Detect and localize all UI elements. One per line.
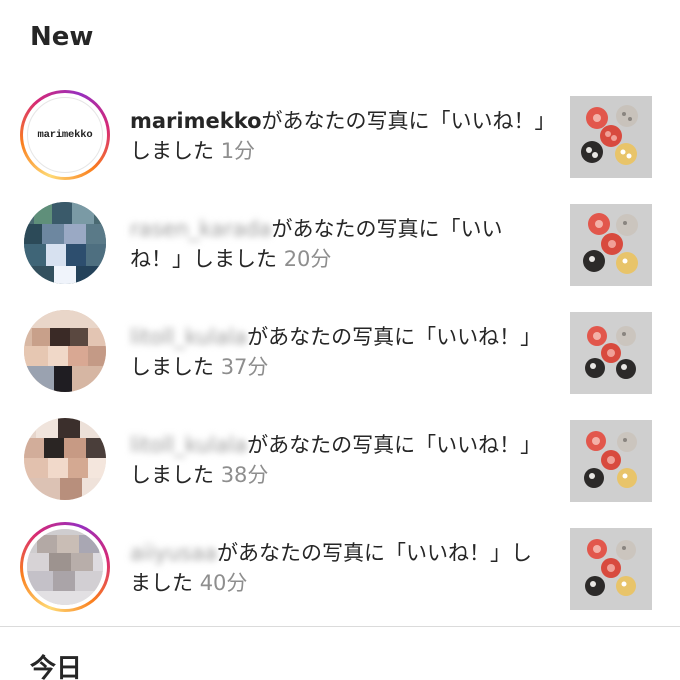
notification-time: 20分: [283, 247, 332, 271]
photo-thumbnail[interactable]: [570, 96, 652, 178]
avatar-story-ring[interactable]: marimekko: [20, 90, 110, 180]
username-link[interactable]: aiiyusaa: [130, 541, 217, 565]
avatar: marimekko: [27, 97, 103, 173]
notification-time: 1分: [220, 139, 256, 163]
section-title-new: New: [30, 22, 94, 52]
avatar-ring[interactable]: [20, 414, 110, 504]
photo-thumbnail[interactable]: [570, 312, 652, 394]
notification-text: litoll_kulalaがあなたの写真に「いいね！」しました 38分: [130, 430, 550, 490]
avatar-ring[interactable]: [20, 198, 110, 288]
avatar: [24, 310, 106, 392]
notification-text: marimekkoがあなたの写真に「いいね！」しました 1分: [130, 106, 550, 166]
notification-row[interactable]: aiiyusaaがあなたの写真に「いいね！」しました 40分: [0, 514, 680, 622]
section-title-today: 今日: [30, 654, 83, 680]
avatar-ring[interactable]: [20, 306, 110, 396]
notification-text: rasen_karadaがあなたの写真に「いいね！」しました 20分: [130, 214, 550, 274]
username-link[interactable]: marimekko: [130, 109, 262, 133]
photo-thumbnail[interactable]: [570, 528, 652, 610]
avatar: [24, 202, 106, 284]
notification-row[interactable]: rasen_karadaがあなたの写真に「いいね！」しました 20分: [0, 190, 680, 298]
notification-text: aiiyusaaがあなたの写真に「いいね！」しました 40分: [130, 538, 550, 598]
notification-row[interactable]: marimekko marimekkoがあなたの写真に「いいね！」しました 1分: [0, 82, 680, 190]
avatar-logo-text: marimekko: [37, 129, 93, 141]
avatar: [24, 418, 106, 500]
avatar: [27, 529, 103, 605]
notification-time: 40分: [199, 571, 248, 595]
photo-thumbnail[interactable]: [570, 420, 652, 502]
username-link[interactable]: rasen_karada: [130, 217, 272, 241]
notification-text: litoll_kulalaがあなたの写真に「いいね！」しました 37分: [130, 322, 550, 382]
photo-thumbnail[interactable]: [570, 204, 652, 286]
notification-row[interactable]: litoll_kulalaがあなたの写真に「いいね！」しました 37分: [0, 298, 680, 406]
notification-time: 38分: [220, 463, 269, 487]
notification-time: 37分: [220, 355, 269, 379]
username-link[interactable]: litoll_kulala: [130, 325, 247, 349]
username-link[interactable]: litoll_kulala: [130, 433, 247, 457]
section-divider: [0, 626, 680, 627]
notification-row[interactable]: litoll_kulalaがあなたの写真に「いいね！」しました 38分: [0, 406, 680, 514]
avatar-story-ring[interactable]: [20, 522, 110, 612]
